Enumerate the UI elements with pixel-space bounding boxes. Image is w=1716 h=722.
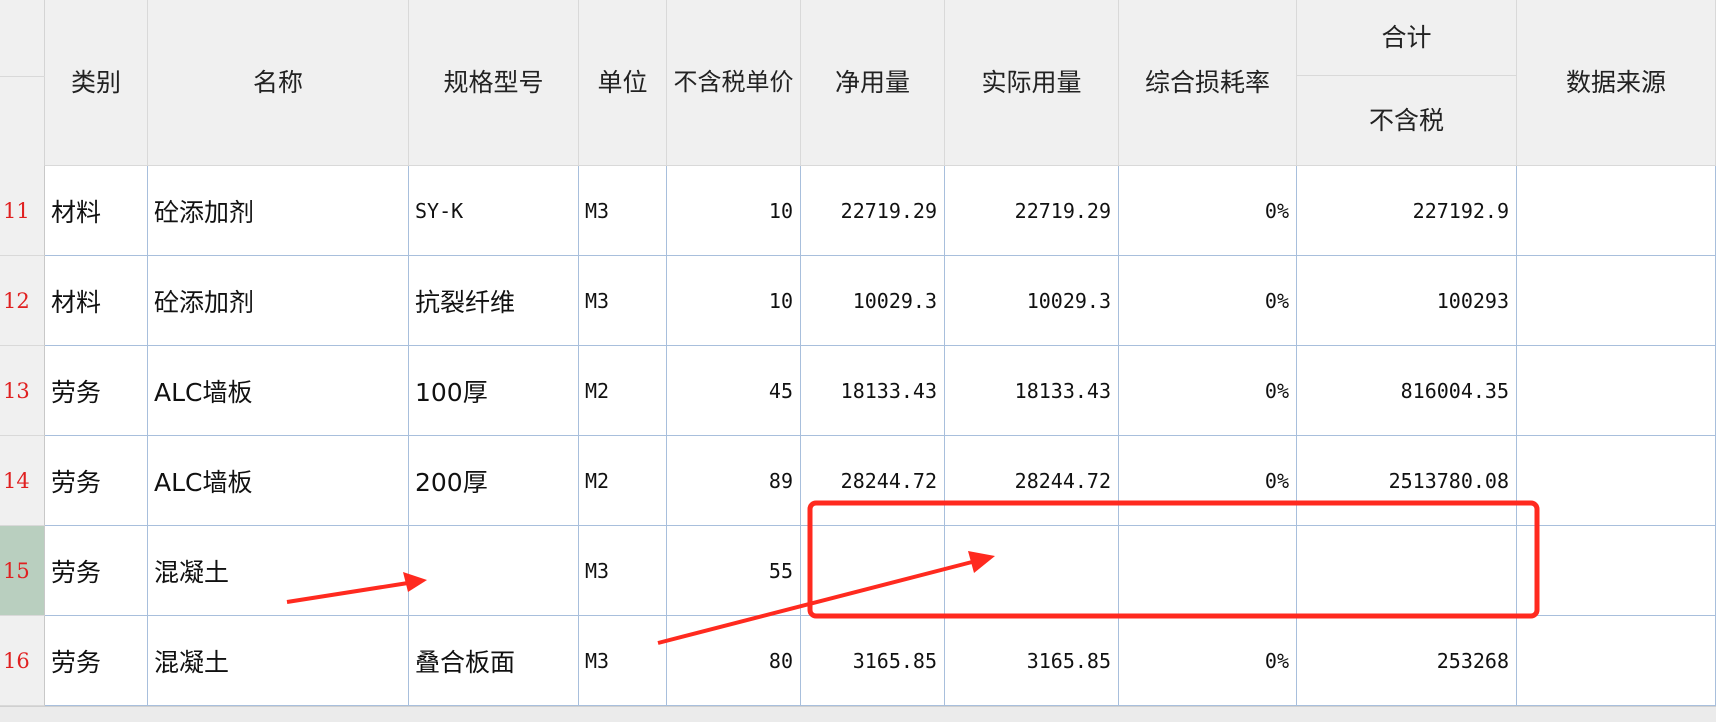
cell-unit[interactable]: M3: [579, 616, 667, 706]
cell-unit[interactable]: M3: [579, 526, 667, 616]
cell-unit[interactable]: M3: [579, 166, 667, 256]
cell-price[interactable]: 80: [667, 616, 801, 706]
header-actual-qty[interactable]: 实际用量: [945, 0, 1119, 166]
header-unit[interactable]: 单位: [579, 0, 667, 166]
cell-unit[interactable]: M3: [579, 256, 667, 346]
cell-net[interactable]: 10029.3: [801, 256, 945, 346]
cell-loss[interactable]: 0%: [1119, 256, 1297, 346]
header-total-excl-tax[interactable]: 不含税: [1297, 76, 1517, 166]
cell-loss[interactable]: 0%: [1119, 166, 1297, 256]
header-loss-rate[interactable]: 综合损耗率: [1119, 0, 1297, 166]
cell-name[interactable]: 混凝土: [148, 526, 409, 616]
row-number[interactable]: 11: [0, 166, 45, 256]
cell-category[interactable]: 劳务: [45, 346, 148, 436]
cell-total[interactable]: 2513780.08: [1297, 436, 1517, 526]
cell-name[interactable]: ALC墙板: [148, 346, 409, 436]
cell-loss[interactable]: 0%: [1119, 436, 1297, 526]
material-table-sheet: 类别 名称 规格型号 单位 不含税单价 净用量 实际用量 综合损耗率 合计 不含税 数据来源 11 材料…: [0, 0, 1716, 722]
cell-actual[interactable]: [945, 526, 1119, 616]
header-category[interactable]: 类别: [45, 0, 148, 166]
row-number[interactable]: 15: [0, 526, 45, 616]
header-total-group[interactable]: 合计: [1297, 0, 1517, 76]
cell-price[interactable]: 45: [667, 346, 801, 436]
header-corner: [0, 0, 45, 166]
cell-net[interactable]: 18133.43: [801, 346, 945, 436]
cell-category[interactable]: 材料: [45, 166, 148, 256]
cell-total[interactable]: [1297, 526, 1517, 616]
header-name[interactable]: 名称: [148, 0, 409, 166]
cell-loss[interactable]: [1119, 526, 1297, 616]
cell-source[interactable]: [1517, 166, 1716, 256]
cell-net[interactable]: 28244.72: [801, 436, 945, 526]
cell-unit[interactable]: M2: [579, 346, 667, 436]
cell-price[interactable]: 89: [667, 436, 801, 526]
cell-loss[interactable]: 0%: [1119, 346, 1297, 436]
cell-total[interactable]: 227192.9: [1297, 166, 1517, 256]
cell-unit[interactable]: M2: [579, 436, 667, 526]
cell-category[interactable]: 劳务: [45, 526, 148, 616]
cell-name[interactable]: 砼添加剂: [148, 256, 409, 346]
cell-category[interactable]: 劳务: [45, 436, 148, 526]
cell-name[interactable]: ALC墙板: [148, 436, 409, 526]
cell-net[interactable]: 22719.29: [801, 166, 945, 256]
cell-spec[interactable]: SY-K: [409, 166, 579, 256]
cell-actual[interactable]: 22719.29: [945, 166, 1119, 256]
cell-spec[interactable]: 抗裂纤维: [409, 256, 579, 346]
header-net-qty[interactable]: 净用量: [801, 0, 945, 166]
cell-source[interactable]: [1517, 616, 1716, 706]
cell-spec[interactable]: 200厚: [409, 436, 579, 526]
row-number[interactable]: 14: [0, 436, 45, 526]
cell-net[interactable]: 3165.85: [801, 616, 945, 706]
cell-total[interactable]: 816004.35: [1297, 346, 1517, 436]
cell-spec[interactable]: 100厚: [409, 346, 579, 436]
row-number[interactable]: 12: [0, 256, 45, 346]
cell-loss[interactable]: 0%: [1119, 616, 1297, 706]
header-data-source[interactable]: 数据来源: [1517, 0, 1716, 166]
cell-actual[interactable]: 28244.72: [945, 436, 1119, 526]
cell-name[interactable]: 混凝土: [148, 616, 409, 706]
sheet-bottom-area: [0, 706, 1716, 722]
cell-actual[interactable]: 3165.85: [945, 616, 1119, 706]
cell-source[interactable]: [1517, 526, 1716, 616]
cell-source[interactable]: [1517, 436, 1716, 526]
cell-actual[interactable]: 10029.3: [945, 256, 1119, 346]
cell-category[interactable]: 材料: [45, 256, 148, 346]
cell-spec[interactable]: 叠合板面: [409, 616, 579, 706]
cell-spec[interactable]: [409, 526, 579, 616]
cell-total[interactable]: 100293: [1297, 256, 1517, 346]
cell-price[interactable]: 10: [667, 166, 801, 256]
cell-source[interactable]: [1517, 346, 1716, 436]
cell-actual[interactable]: 18133.43: [945, 346, 1119, 436]
cell-total[interactable]: 253268: [1297, 616, 1517, 706]
cell-price[interactable]: 10: [667, 256, 801, 346]
cell-price[interactable]: 55: [667, 526, 801, 616]
header-price-excl-tax[interactable]: 不含税单价: [667, 0, 801, 166]
cell-net[interactable]: [801, 526, 945, 616]
cell-source[interactable]: [1517, 256, 1716, 346]
row-number[interactable]: 16: [0, 616, 45, 706]
row-number[interactable]: 13: [0, 346, 45, 436]
header-corner-divider: [0, 76, 45, 77]
cell-category[interactable]: 劳务: [45, 616, 148, 706]
header-spec[interactable]: 规格型号: [409, 0, 579, 166]
cell-name[interactable]: 砼添加剂: [148, 166, 409, 256]
